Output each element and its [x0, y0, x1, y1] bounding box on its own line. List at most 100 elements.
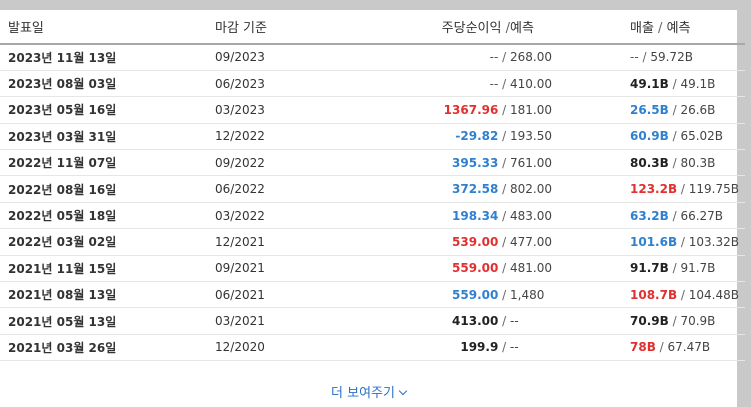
- header-eps-forecast[interactable]: 예측: [510, 10, 630, 45]
- eps-actual: 372.58: [452, 182, 499, 197]
- eps-actual-cell: 199.9 /: [340, 334, 510, 362]
- eps-actual: 199.9: [460, 340, 499, 355]
- table-row: 2023년 03월 31일 12/2022 -29.82 / 193.50 60.9B…: [0, 123, 745, 151]
- eps-forecast-cell: --: [510, 334, 630, 362]
- release-date: 2022년 08월 16일: [0, 175, 215, 203]
- value-separator: /: [498, 155, 510, 170]
- eps-actual-cell: 198.34 /: [340, 202, 510, 230]
- release-date: 2022년 05월 18일: [0, 202, 215, 230]
- eps-forecast: --: [510, 314, 519, 329]
- period-end: 06/2021: [215, 281, 340, 309]
- revenue-actual: 49.1B: [630, 76, 669, 91]
- eps-actual-cell: 559.00 /: [340, 281, 510, 309]
- value-separator: /: [668, 129, 681, 144]
- revenue-forecast: 91.7B: [680, 261, 716, 276]
- revenue-forecast: 70.9B: [680, 314, 716, 329]
- header-date[interactable]: 발표일: [0, 10, 215, 45]
- chevron-down-icon: [398, 386, 408, 396]
- eps-forecast-cell: 410.00: [510, 70, 630, 98]
- value-separator: /: [677, 234, 689, 249]
- header-revenue-label: 매출: [630, 21, 654, 36]
- release-date: 2021년 03월 26일: [0, 334, 215, 362]
- revenue-forecast: 65.02B: [680, 129, 724, 144]
- revenue-forecast: 67.47B: [667, 340, 711, 355]
- revenue-cell: 26.5B / 26.6B: [630, 96, 745, 124]
- eps-forecast: 481.00: [510, 261, 552, 276]
- table-row: 2023년 08월 03일 06/2023 -- / 410.00 49.1B / 4…: [0, 70, 745, 98]
- eps-forecast: 268.00: [510, 50, 552, 65]
- header-separator: /: [653, 21, 667, 36]
- revenue-actual: 63.2B: [630, 208, 669, 223]
- value-separator: /: [498, 261, 510, 276]
- eps-forecast: 483.00: [510, 208, 552, 223]
- revenue-actual: 70.9B: [630, 314, 669, 329]
- period-end: 12/2021: [215, 228, 340, 256]
- release-date: 2023년 11월 13일: [0, 44, 215, 71]
- revenue-cell: 101.6B / 103.32B: [630, 228, 745, 256]
- table-row: 2022년 08월 16일 06/2022 372.58 / 802.00 123.2…: [0, 175, 745, 203]
- revenue-actual: 108.7B: [630, 287, 678, 302]
- release-date: 2021년 11월 15일: [0, 255, 215, 283]
- header-eps[interactable]: 주당순이익 /: [340, 10, 510, 45]
- revenue-cell: 63.2B / 66.27B: [630, 202, 745, 230]
- revenue-cell: 80.3B / 80.3B: [630, 149, 745, 177]
- eps-actual: 539.00: [452, 234, 499, 249]
- value-separator: /: [677, 182, 689, 197]
- period-end: 09/2023: [215, 44, 340, 71]
- eps-forecast-cell: 481.00: [510, 255, 630, 283]
- table-row: 2022년 03월 02일 12/2021 539.00 / 477.00 101.6…: [0, 228, 745, 256]
- eps-forecast: 193.50: [510, 129, 552, 144]
- revenue-cell: 60.9B / 65.02B: [630, 123, 745, 151]
- revenue-forecast: 66.27B: [680, 208, 724, 223]
- revenue-cell: 108.7B / 104.48B: [630, 281, 745, 309]
- value-separator: /: [498, 234, 510, 249]
- value-separator: /: [655, 340, 668, 355]
- earnings-panel: 발표일 마감 기준 주당순이익 / 예측 매출 / 예측 2023년 11월 1…: [0, 10, 745, 407]
- release-date: 2023년 05월 16일: [0, 96, 215, 124]
- value-separator: /: [498, 314, 510, 329]
- revenue-forecast: 59.72B: [650, 50, 693, 65]
- revenue-actual: 60.9B: [630, 129, 669, 144]
- header-revenue[interactable]: 매출 / 예측: [630, 10, 745, 45]
- table-row: 2021년 05월 13일 03/2021 413.00 / -- 70.9B / 7…: [0, 307, 745, 335]
- eps-forecast-cell: 193.50: [510, 123, 630, 151]
- period-end: 12/2020: [215, 334, 340, 362]
- revenue-forecast: 49.1B: [680, 76, 716, 91]
- eps-forecast-cell: 268.00: [510, 44, 630, 71]
- value-separator: /: [668, 155, 681, 170]
- eps-actual-cell: 539.00 /: [340, 228, 510, 256]
- value-separator: /: [498, 208, 510, 223]
- table-row: 2023년 11월 13일 09/2023 -- / 268.00 -- / 59.7…: [0, 44, 745, 71]
- eps-actual: 413.00: [452, 314, 499, 329]
- period-end: 06/2022: [215, 175, 340, 203]
- revenue-actual: 80.3B: [630, 155, 669, 170]
- eps-actual-cell: -- /: [340, 70, 510, 98]
- show-more-button[interactable]: 더 보여주기: [0, 382, 737, 401]
- header-forecast-label: 예측: [510, 21, 534, 36]
- eps-forecast: 477.00: [510, 234, 552, 249]
- header-period[interactable]: 마감 기준: [215, 10, 340, 45]
- eps-actual: 559.00: [452, 261, 499, 276]
- table-row: 2022년 11월 07일 09/2022 395.33 / 761.00 80.3B…: [0, 149, 745, 177]
- period-end: 03/2023: [215, 96, 340, 124]
- value-separator: /: [498, 129, 510, 144]
- eps-actual-cell: 1367.96 /: [340, 96, 510, 124]
- value-separator: /: [638, 50, 651, 65]
- value-separator: /: [668, 261, 681, 276]
- value-separator: /: [498, 182, 510, 197]
- revenue-actual: --: [630, 50, 639, 65]
- value-separator: /: [498, 102, 510, 117]
- eps-actual: 395.33: [452, 155, 499, 170]
- eps-forecast: --: [510, 340, 519, 355]
- revenue-cell: -- / 59.72B: [630, 44, 745, 71]
- revenue-actual: 123.2B: [630, 182, 678, 197]
- header-separator: /: [501, 21, 510, 36]
- header-eps-label: 주당순이익: [441, 21, 502, 36]
- revenue-forecast: 80.3B: [680, 155, 716, 170]
- revenue-forecast: 103.32B: [688, 234, 740, 249]
- period-end: 03/2022: [215, 202, 340, 230]
- header-revenue-forecast-label: 예측: [666, 21, 691, 36]
- eps-actual-cell: -29.82 /: [340, 123, 510, 151]
- eps-forecast: 410.00: [510, 76, 552, 91]
- eps-actual: -29.82: [455, 129, 499, 144]
